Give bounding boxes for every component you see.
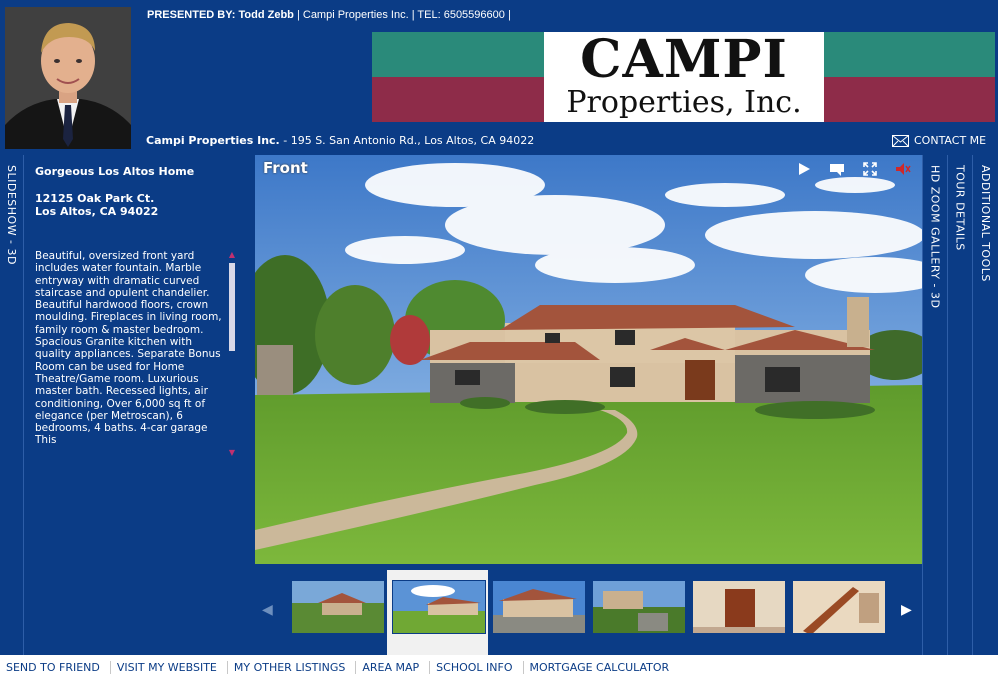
thumbnail-strip: ◀ ▶ (255, 564, 922, 655)
tab-label: SLIDESHOW - 3D (5, 165, 18, 265)
office-company: Campi Properties Inc. (146, 134, 280, 147)
listing-city: Los Altos, CA 94022 (35, 205, 159, 218)
presented-label: PRESENTED BY: (147, 9, 236, 21)
school-info-link[interactable]: SCHOOL INFO (430, 660, 524, 674)
listing-description: Beautiful, oversized front yard includes… (35, 250, 222, 447)
main-photo-viewer[interactable]: Front (255, 155, 922, 564)
house-front-photo (255, 155, 922, 564)
scroll-up-icon[interactable]: ▲ (227, 250, 237, 260)
thumbnail-garden[interactable] (592, 580, 686, 634)
logo-text-sub: Properties, Inc. (566, 85, 802, 120)
comment-icon[interactable] (829, 161, 845, 177)
tab-slideshow-3d[interactable]: SLIDESHOW - 3D (0, 155, 24, 655)
thumbnail-aerial-view[interactable] (291, 580, 385, 634)
footer-links: SEND TO FRIEND VISIT MY WEBSITE MY OTHER… (0, 655, 998, 679)
scroll-thumb[interactable] (228, 262, 236, 352)
company-logo: CAMPI Properties, Inc. (544, 32, 824, 122)
office-address-text: - 195 S. San Antonio Rd., Los Altos, CA … (283, 134, 535, 147)
separator: | (296, 9, 300, 21)
separator: | (507, 9, 511, 21)
listing-title: Gorgeous Los Altos Home (35, 165, 195, 178)
area-map-link[interactable]: AREA MAP (356, 660, 431, 674)
thumbnail-front[interactable] (392, 580, 486, 634)
header: PRESENTED BY: Todd Zebb | Campi Properti… (0, 0, 998, 155)
presented-by-line: PRESENTED BY: Todd Zebb | Campi Properti… (147, 9, 511, 21)
envelope-icon (892, 134, 909, 147)
visit-website-link[interactable]: VISIT MY WEBSITE (111, 660, 228, 674)
contact-me-label: CONTACT ME (914, 134, 987, 147)
description-scrollbar[interactable]: ▲ ▼ (227, 250, 237, 458)
listing-details: Gorgeous Los Altos Home 12125 Oak Park C… (25, 155, 255, 655)
phone-number: TEL: 6505596600 (417, 9, 505, 21)
tab-label: ADDITIONAL TOOLS (979, 165, 992, 282)
office-address: Campi Properties Inc. - 195 S. San Anton… (146, 134, 534, 147)
tab-tour-details[interactable]: TOUR DETAILS (947, 155, 972, 655)
separator: | (411, 9, 415, 21)
tab-label: HD ZOOM GALLERY - 3D (928, 165, 942, 309)
scroll-down-icon[interactable]: ▼ (227, 448, 237, 458)
contact-me-button[interactable]: CONTACT ME (892, 134, 986, 147)
agent-name: Todd Zebb (238, 9, 294, 21)
tab-additional-tools[interactable]: ADDITIONAL TOOLS (972, 155, 998, 655)
fullscreen-icon[interactable] (862, 161, 878, 177)
send-to-friend-link[interactable]: SEND TO FRIEND (0, 660, 111, 674)
play-icon[interactable] (796, 161, 812, 177)
thumbnail-side-view[interactable] (492, 580, 586, 634)
company-banner: CAMPI Properties, Inc. (372, 32, 995, 122)
thumbnail-staircase[interactable] (792, 580, 886, 634)
next-arrow-icon[interactable]: ▶ (901, 602, 912, 618)
mortgage-calculator-link[interactable]: MORTGAGE CALCULATOR (524, 661, 680, 674)
listing-street: 12125 Oak Park Ct. (35, 192, 155, 205)
sound-icon[interactable] (895, 161, 911, 177)
logo-text-main: CAMPI (580, 29, 788, 90)
photo-title: Front (263, 159, 308, 177)
tab-label: TOUR DETAILS (953, 165, 967, 251)
thumbnail-entry-doors[interactable] (692, 580, 786, 634)
agent-photo (5, 7, 131, 149)
company-name: Campi Properties Inc. (302, 9, 409, 21)
other-listings-link[interactable]: MY OTHER LISTINGS (228, 660, 357, 674)
tab-hd-zoom-gallery[interactable]: HD ZOOM GALLERY - 3D (922, 155, 947, 655)
prev-arrow-icon[interactable]: ◀ (262, 602, 273, 618)
